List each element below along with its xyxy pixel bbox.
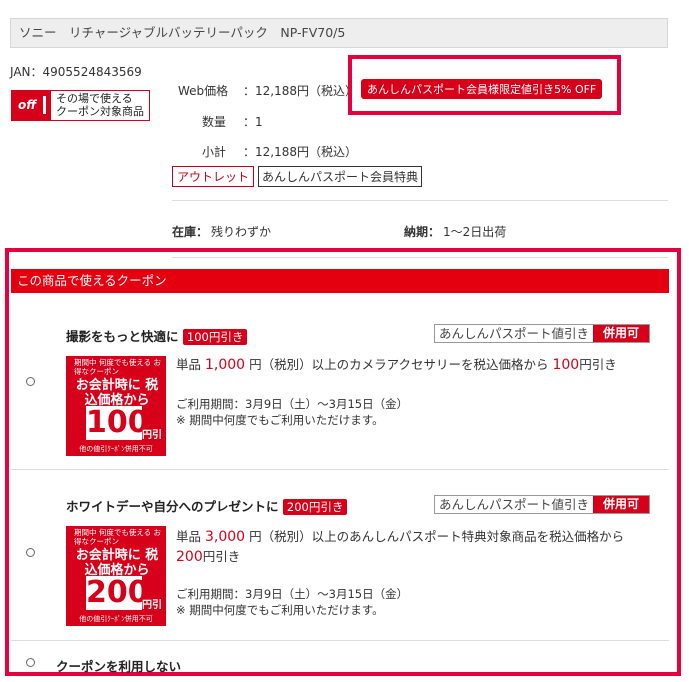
combinable-badge-2: 併用可 xyxy=(593,496,650,513)
delivery-label: 納期： xyxy=(404,225,441,239)
coupon-target-text: その場で使える クーポン対象商品 xyxy=(56,92,144,118)
quantity-label: 数量 xyxy=(202,115,227,129)
coupon-title-2: ホワイトデーや自分へのプレゼントに 200円引き xyxy=(66,496,348,515)
off-icon: off xyxy=(12,91,51,120)
coupon-image-2: 期間中 何度でも使える お得なクーポン お会計時に 税込価格から 200 円引 … xyxy=(66,526,166,626)
member-discount-tag: あんしんパスポート会員様限定値引き5% OFF xyxy=(361,79,603,99)
coupon-period-2: ご利用期間：3月9日（土）〜3月15日（金） xyxy=(176,587,409,601)
divider xyxy=(11,469,669,470)
coupon-desc-1: 単品 1,000 円（税別）以上のカメラアクセサリーを税込価格から 100円引き xyxy=(176,357,617,373)
divider xyxy=(172,200,668,201)
coupon-radio-1[interactable] xyxy=(26,377,35,386)
web-price-label: Web価格 xyxy=(178,84,229,98)
quantity-value: ：1 xyxy=(243,115,263,129)
coupon-tag-1: 100円引き xyxy=(182,329,248,345)
coupon-tag-2: 200円引き xyxy=(282,499,348,515)
passport-discount-box-1: あんしんパスポート値引き 併用可 xyxy=(434,324,651,343)
coupon-title-1: 撮影をもっと快適に 100円引き xyxy=(66,326,248,345)
coupon-target-badge: off その場で使える クーポン対象商品 xyxy=(11,90,150,121)
product-title: ソニー リチャージャブルバッテリーパック NP-FV70/5 xyxy=(10,18,668,48)
coupon-note-1: ※ 期間中何度でもご利用いただけます。 xyxy=(176,413,384,427)
no-coupon-radio[interactable] xyxy=(26,658,35,667)
coupon-desc-2: 単品 3,000 円（税別）以上のあんしんパスポート特典対象商品を税込価格から … xyxy=(176,529,625,565)
subtotal-value: ：12,188円（税込） xyxy=(243,145,357,159)
coupon-image-1: 期間中 何度でも使える お得なクーポン お会計時に 税込価格から 100 円引 … xyxy=(66,356,166,456)
divider xyxy=(11,640,669,641)
coupon-section-header: この商品で使えるクーポン xyxy=(11,269,669,293)
combinable-badge-1: 併用可 xyxy=(593,325,650,342)
coupon-radio-2[interactable] xyxy=(26,548,35,557)
stock-label: 在庫： xyxy=(172,225,209,239)
coupon-note-2: ※ 期間中何度でもご利用いただけます。 xyxy=(176,603,384,617)
jan-code: JAN：4905524843569 xyxy=(10,65,142,79)
outlet-tag[interactable]: アウトレット xyxy=(172,166,255,187)
subtotal-label: 小計 xyxy=(202,145,227,159)
web-price-value: ：12,188円（税込） xyxy=(243,84,357,98)
stock-value: 残りわずか xyxy=(211,225,272,239)
delivery-value: 1〜2日出荷 xyxy=(443,225,507,239)
no-coupon-label[interactable]: クーポンを利用しない xyxy=(56,656,181,675)
passport-discount-box-2: あんしんパスポート値引き 併用可 xyxy=(434,495,651,514)
coupon-period-1: ご利用期間：3月9日（土）〜3月15日（金） xyxy=(176,397,409,411)
member-benefit-tag[interactable]: あんしんパスポート会員特典 xyxy=(258,166,423,187)
